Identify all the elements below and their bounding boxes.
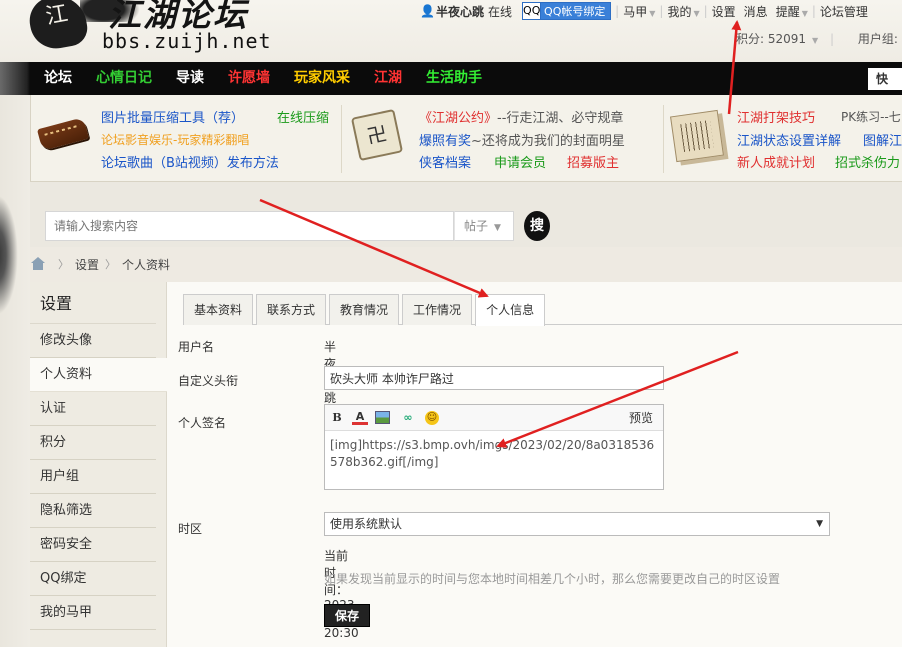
book-icon: [670, 109, 724, 163]
left-ink-decoration: [0, 95, 30, 647]
logo-seal: 江: [25, 0, 91, 53]
sidebar-item[interactable]: 积分: [30, 426, 156, 460]
main-nav: 论坛 心情日记 导读 许愿墙 玩家风采 江湖 生活助手 快: [0, 62, 902, 95]
sidebar-item[interactable]: 个人资料: [30, 358, 167, 392]
profile-tabs: 基本资料 联系方式 教育情况 工作情况 个人信息: [183, 294, 902, 326]
header: 江 江湖论坛 bbs.zuijh.net 👤 半夜心跳 在线 QQ QQ帐号绑定…: [0, 0, 902, 62]
user-toolbar: 👤 半夜心跳 在线 QQ QQ帐号绑定 | 马甲 ▼ | 我的 ▼ | 设置 消息 …: [420, 2, 872, 20]
divider: |: [611, 4, 620, 18]
chevron-right-icon: 〉: [105, 258, 117, 271]
nav-item[interactable]: 论坛: [32, 62, 84, 95]
settings-link[interactable]: 设置: [708, 3, 740, 20]
breadcrumb-current: 个人资料: [122, 257, 171, 272]
home-icon[interactable]: [30, 257, 46, 271]
logo-domain: bbs.zuijh.net: [102, 29, 272, 53]
online-status: 在线: [488, 4, 513, 19]
site-logo[interactable]: 江 江湖论坛 bbs.zuijh.net: [25, 0, 290, 56]
nav-item[interactable]: 许愿墙: [216, 62, 282, 95]
custom-title-input[interactable]: [324, 366, 664, 390]
profile-tab[interactable]: 个人信息: [475, 294, 546, 326]
chevron-down-icon: ▼: [494, 223, 501, 233]
my-menu[interactable]: 我的 ▼: [663, 3, 703, 20]
search-type-select[interactable]: 帖子 ▼: [454, 211, 514, 241]
quick-nav-button[interactable]: 快: [868, 68, 902, 90]
search-bar: 帖子▼ 搜: [30, 182, 902, 247]
timezone-label: 时区: [178, 522, 203, 536]
chevron-right-icon: 〉: [58, 258, 69, 271]
divider: |: [830, 32, 835, 46]
bold-icon[interactable]: B: [329, 410, 345, 426]
smiley-icon[interactable]: ☺: [425, 411, 439, 425]
messages-link[interactable]: 消息: [740, 3, 772, 20]
nav-item[interactable]: 心情日记: [84, 62, 164, 95]
chevron-down-icon: ▼: [649, 8, 656, 18]
sidebar-item[interactable]: 修改头像: [30, 324, 156, 358]
announcement-banner: 图片批量压缩工具（荐） 在线压缩 论坛影音娱乐-玩家精彩翻唱 论坛歌曲（B站视频…: [30, 95, 902, 182]
user-stats: 积分: 52091▼ | 用户组: 版主: [736, 30, 902, 47]
banner-link[interactable]: PK练习--七: [841, 108, 901, 125]
settings-sidebar: 设置 修改头像 个人资料 认证 积分 用户组 隐私筛选 密码安全 QQ绑定 我的马甲: [30, 282, 167, 647]
profile-tab[interactable]: 联系方式: [256, 294, 327, 325]
signature-textarea[interactable]: [img]https://s3.bmp.ovh/imgs/2023/02/20/…: [325, 431, 663, 477]
breadcrumb-settings[interactable]: 设置: [75, 256, 99, 273]
profile-tab[interactable]: 教育情况: [329, 294, 400, 325]
timezone-hint: 如果发现当前显示的时间与您本地时间相差几个小时，那么您需要更改自己的时区设置: [324, 572, 781, 586]
insert-link-icon[interactable]: ∞: [400, 410, 416, 426]
nav-item[interactable]: 玩家风采: [282, 62, 362, 95]
profile-tab[interactable]: 基本资料: [183, 294, 254, 325]
sidebar-item[interactable]: 我的马甲: [30, 596, 156, 630]
sidebar-item[interactable]: 隐私筛选: [30, 494, 156, 528]
username-label: 用户名: [178, 340, 215, 354]
banner-link[interactable]: 招式杀伤力: [835, 152, 900, 171]
notify-link[interactable]: 提醒 ▼: [772, 3, 812, 20]
points-link[interactable]: 积分: 52091 ▼: [736, 32, 822, 46]
user-icon: 👤: [420, 4, 435, 18]
chevron-down-icon: ▼: [801, 8, 808, 18]
profile-tab[interactable]: 工作情况: [402, 294, 473, 325]
qq-bind-label: QQ帐号绑定: [544, 5, 606, 18]
qq-bind-button[interactable]: QQ QQ帐号绑定: [522, 2, 612, 20]
username-link[interactable]: 半夜心跳: [436, 3, 484, 20]
breadcrumb: 〉 设置 〉 个人资料: [30, 252, 170, 276]
sidebar-title: 设置: [30, 282, 156, 324]
profile-panel: 基本资料联系方式教育情况工作情况个人信息 用户名 半夜心跳 自定义头衔 个人签名…: [167, 282, 902, 647]
chevron-down-icon: ▼: [812, 36, 819, 45]
signature-label: 个人签名: [178, 416, 227, 430]
insert-image-icon[interactable]: [375, 411, 390, 424]
timezone-select[interactable]: 使用系统默认 ▼: [324, 512, 830, 536]
sidebar-item[interactable]: QQ绑定: [30, 562, 156, 596]
sidebar-item[interactable]: 用户组: [30, 460, 156, 494]
chevron-down-icon: ▼: [693, 8, 700, 18]
font-color-icon[interactable]: A: [352, 410, 368, 425]
banner-link[interactable]: 图解江: [863, 130, 902, 149]
search-button[interactable]: 搜: [524, 211, 550, 241]
search-input[interactable]: [45, 211, 454, 241]
sidebar-item[interactable]: 认证: [30, 392, 156, 426]
banner-link[interactable]: 新人成就计划: [737, 152, 815, 171]
forum-admin-link[interactable]: 论坛管理: [816, 3, 872, 20]
signature-editor: B A ∞ ☺ 预览 [img]https://s3.bmp.ovh/imgs/…: [324, 404, 664, 490]
banner-link[interactable]: 江湖状态设置详解: [737, 130, 841, 149]
save-button[interactable]: 保存: [324, 604, 370, 627]
vest-menu[interactable]: 马甲 ▼: [619, 3, 659, 20]
banner-link[interactable]: 江湖打架技巧: [737, 107, 815, 126]
nav-item[interactable]: 江湖: [362, 62, 414, 95]
editor-toolbar: B A ∞ ☺ 预览: [325, 405, 663, 431]
qq-icon: QQ: [523, 3, 542, 19]
nav-item[interactable]: 生活助手: [414, 62, 494, 95]
usergroup-link[interactable]: 用户组: 版主: [858, 32, 902, 46]
sidebar-item[interactable]: 密码安全: [30, 528, 156, 562]
motto-label: 自定义头衔: [178, 374, 239, 388]
chevron-down-icon: ▼: [816, 519, 823, 529]
preview-button[interactable]: 预览: [629, 405, 653, 431]
nav-item[interactable]: 导读: [164, 62, 216, 95]
